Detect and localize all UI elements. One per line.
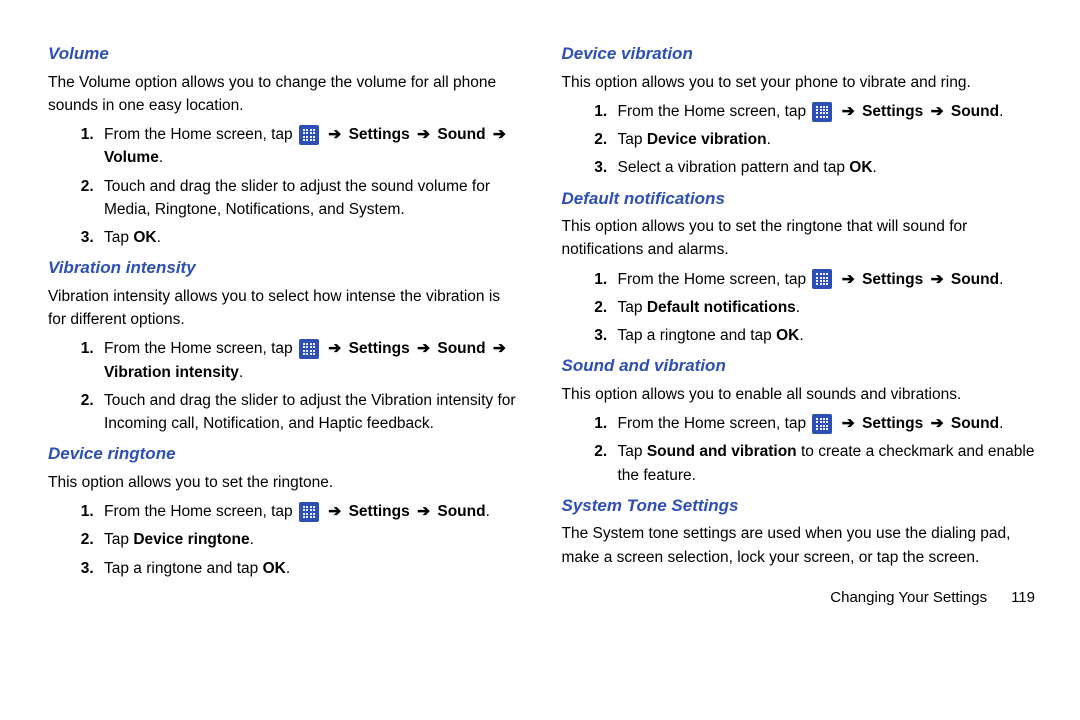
page-footer: Changing Your Settings 119 xyxy=(562,587,1036,610)
intro-system-tone-settings: The System tone settings are used when y… xyxy=(562,522,1036,569)
steps-device-ringtone: From the Home screen, tap ➔ Settings ➔ S… xyxy=(48,500,522,580)
heading-system-tone-settings: System Tone Settings xyxy=(562,493,1036,519)
arrow-icon: ➔ xyxy=(928,103,947,120)
step: From the Home screen, tap ➔ Settings ➔ S… xyxy=(612,268,1036,291)
step: From the Home screen, tap ➔ Settings ➔ S… xyxy=(98,337,522,384)
heading-vibration-intensity: Vibration intensity xyxy=(48,255,522,281)
steps-volume: From the Home screen, tap ➔ Settings ➔ S… xyxy=(48,123,522,249)
arrow-icon: ➔ xyxy=(325,126,344,143)
heading-device-vibration: Device vibration xyxy=(562,41,1036,67)
chapter-title: Changing Your Settings xyxy=(830,589,987,606)
step: Tap a ringtone and tap OK. xyxy=(98,557,522,580)
step: Touch and drag the slider to adjust the … xyxy=(98,175,522,222)
heading-default-notifications: Default notifications xyxy=(562,186,1036,212)
arrow-icon: ➔ xyxy=(414,503,433,520)
right-column: Device vibration This option allows you … xyxy=(562,35,1036,609)
arrow-icon: ➔ xyxy=(928,415,947,432)
apps-grid-icon xyxy=(812,269,832,289)
step: From the Home screen, tap ➔ Settings ➔ S… xyxy=(612,100,1036,123)
intro-sound-and-vibration: This option allows you to enable all sou… xyxy=(562,383,1036,406)
arrow-icon: ➔ xyxy=(839,103,858,120)
heading-device-ringtone: Device ringtone xyxy=(48,441,522,467)
heading-volume: Volume xyxy=(48,41,522,67)
steps-default-notifications: From the Home screen, tap ➔ Settings ➔ S… xyxy=(562,268,1036,348)
arrow-icon: ➔ xyxy=(839,415,858,432)
step: Tap Default notifications. xyxy=(612,296,1036,319)
page-columns: Volume The Volume option allows you to c… xyxy=(48,35,1035,609)
arrow-icon: ➔ xyxy=(414,340,433,357)
arrow-icon: ➔ xyxy=(414,126,433,143)
step: Tap OK. xyxy=(98,226,522,249)
apps-grid-icon xyxy=(299,125,319,145)
apps-grid-icon xyxy=(812,102,832,122)
apps-grid-icon xyxy=(812,414,832,434)
left-column: Volume The Volume option allows you to c… xyxy=(48,35,522,609)
intro-vibration-intensity: Vibration intensity allows you to select… xyxy=(48,285,522,332)
steps-vibration-intensity: From the Home screen, tap ➔ Settings ➔ S… xyxy=(48,337,522,435)
intro-volume: The Volume option allows you to change t… xyxy=(48,71,522,118)
arrow-icon: ➔ xyxy=(490,340,509,357)
page-number: 119 xyxy=(1011,589,1035,606)
step: Touch and drag the slider to adjust the … xyxy=(98,389,522,436)
step: Tap Device ringtone. xyxy=(98,528,522,551)
step: From the Home screen, tap ➔ Settings ➔ S… xyxy=(98,500,522,523)
intro-device-vibration: This option allows you to set your phone… xyxy=(562,71,1036,94)
step: From the Home screen, tap ➔ Settings ➔ S… xyxy=(98,123,522,170)
heading-sound-and-vibration: Sound and vibration xyxy=(562,353,1036,379)
steps-device-vibration: From the Home screen, tap ➔ Settings ➔ S… xyxy=(562,100,1036,180)
apps-grid-icon xyxy=(299,339,319,359)
apps-grid-icon xyxy=(299,502,319,522)
intro-default-notifications: This option allows you to set the ringto… xyxy=(562,215,1036,262)
step: Tap Device vibration. xyxy=(612,128,1036,151)
step: Select a vibration pattern and tap OK. xyxy=(612,156,1036,179)
step: Tap a ringtone and tap OK. xyxy=(612,324,1036,347)
step: From the Home screen, tap ➔ Settings ➔ S… xyxy=(612,412,1036,435)
arrow-icon: ➔ xyxy=(490,126,509,143)
intro-device-ringtone: This option allows you to set the ringto… xyxy=(48,471,522,494)
steps-sound-and-vibration: From the Home screen, tap ➔ Settings ➔ S… xyxy=(562,412,1036,487)
step: Tap Sound and vibration to create a chec… xyxy=(612,440,1036,487)
arrow-icon: ➔ xyxy=(325,503,344,520)
arrow-icon: ➔ xyxy=(839,271,858,288)
arrow-icon: ➔ xyxy=(325,340,344,357)
arrow-icon: ➔ xyxy=(928,271,947,288)
